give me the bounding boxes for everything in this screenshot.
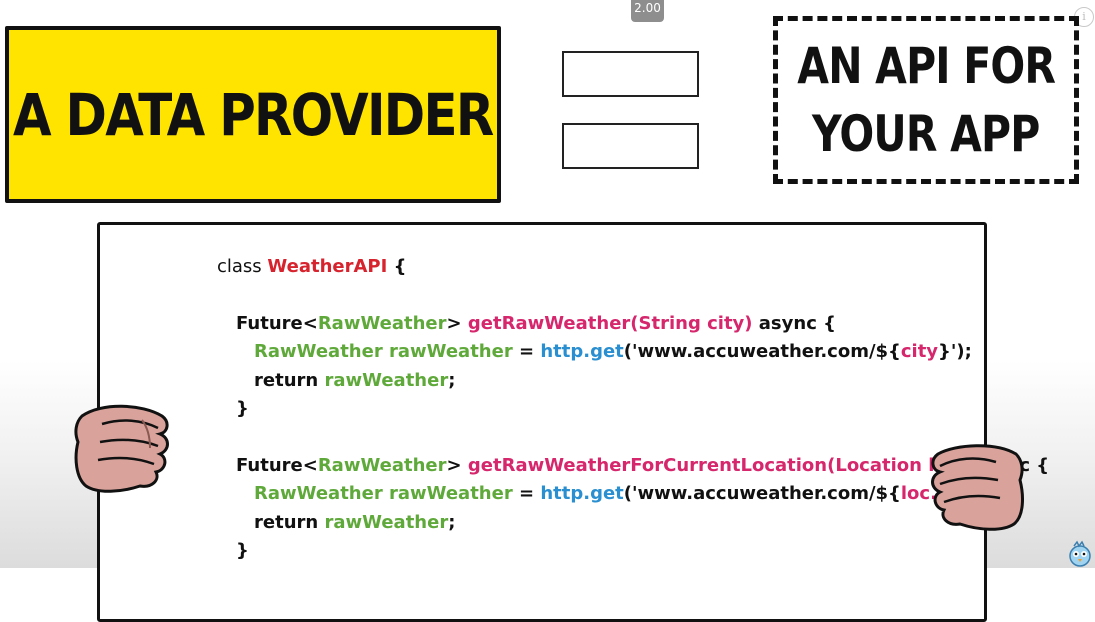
code-line-method1-signature: Future<RawWeather> getRawWeather(String …	[236, 313, 836, 334]
code-line-class: class WeatherAPI {	[217, 256, 407, 277]
code-line-method1-body: RawWeather rawWeather = http.get('www.ac…	[254, 341, 972, 362]
equals-bar-bottom	[562, 123, 699, 169]
api-title-line2: YOUR APP	[812, 105, 1040, 163]
code-line-method1-close: }	[236, 398, 249, 419]
code-line-method2-body: RawWeather rawWeather = http.get('www.ac…	[254, 483, 1008, 504]
data-provider-title: A DATA PROVIDER	[13, 80, 494, 149]
api-title-line1: AN API FOR	[797, 37, 1056, 95]
bird-mascot-icon	[1069, 540, 1091, 567]
left-hand-illustration	[74, 404, 169, 493]
code-board	[97, 222, 987, 622]
code-line-method2-close: }	[236, 540, 249, 561]
api-for-app-box: AN API FOR YOUR APP	[773, 16, 1079, 184]
playback-speed-badge: 2.00	[631, 0, 664, 22]
code-block: class WeatherAPI { Future<RawWeather> ge…	[217, 256, 1049, 561]
data-provider-box: A DATA PROVIDER	[5, 26, 501, 203]
equals-bar-top	[562, 51, 699, 97]
right-hand-illustration	[931, 444, 1024, 531]
code-line-method2-return: return rawWeather;	[254, 512, 456, 533]
code-line-method1-return: return rawWeather;	[254, 370, 456, 391]
